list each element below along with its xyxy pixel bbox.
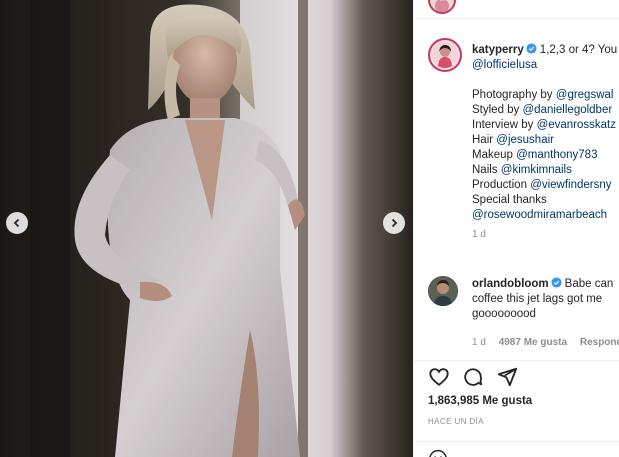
comment-reply-button[interactable]: Respond: [580, 337, 619, 348]
photo-illustration: [0, 0, 413, 457]
comment-first-line: Babe can: [564, 278, 614, 290]
previous-photo-button[interactable]: [6, 212, 28, 234]
profile-photo-icon: [432, 42, 458, 68]
caption-first-line: 1,2,3 or 4? You: [539, 44, 618, 56]
mention-link[interactable]: @viewfindersny: [530, 179, 611, 191]
mention-link[interactable]: @daniellegoldber: [523, 104, 613, 116]
comment-avatar[interactable]: [428, 276, 458, 306]
caption-line-interview: Interview by @evanrosskatz: [472, 119, 616, 131]
profile-photo-icon: [428, 276, 458, 306]
post-side-panel: katyperry 1,2,3 or 4? You @lofficielusa P…: [413, 0, 619, 457]
likes-count[interactable]: 1,863,985 Me gusta: [428, 395, 532, 407]
post-photo: [0, 0, 413, 457]
caption-line-production: Production @viewfindersny: [472, 179, 612, 191]
comment-text: orlandobloom Babe can coffee this jet lag…: [472, 277, 619, 322]
caption-line-nails: Nails @kimkimnails: [472, 164, 572, 176]
verified-badge-icon: [551, 277, 562, 288]
post-header: [414, 0, 619, 19]
emoji-icon[interactable]: [428, 449, 448, 457]
caption-username[interactable]: katyperry: [472, 44, 524, 56]
divider: [414, 360, 619, 361]
caption-timestamp[interactable]: 1 d: [472, 227, 619, 242]
header-avatar[interactable]: [428, 0, 456, 14]
divider: [414, 441, 619, 442]
mention-link[interactable]: @jesushair: [496, 134, 554, 146]
caption-mention[interactable]: @lofficielusa: [472, 58, 619, 73]
post-actions: [428, 366, 518, 388]
caption-line-styled: Styled by @daniellegoldber: [472, 104, 613, 116]
comment-timestamp[interactable]: 1 d: [472, 337, 486, 348]
caption-line-photography-text: Photography by @gregswal: [472, 89, 614, 101]
comment-line-3: gooooooood: [472, 308, 536, 320]
comment-username[interactable]: orlandobloom: [472, 278, 549, 290]
verified-badge-icon: [526, 43, 537, 54]
post-timestamp: HACE UN DÍA: [428, 417, 484, 426]
mention-link[interactable]: @evanrosskatz: [537, 119, 616, 131]
mention-link[interactable]: @kimkimnails: [501, 164, 572, 176]
next-photo-button[interactable]: [383, 212, 405, 234]
caption-avatar[interactable]: [428, 38, 462, 72]
profile-photo-icon: [435, 0, 449, 12]
mention-link[interactable]: @gregswal: [556, 89, 614, 101]
chevron-left-icon: [13, 218, 20, 228]
share-icon[interactable]: [496, 366, 518, 388]
comment-likes[interactable]: 4987 Me gusta: [499, 337, 567, 348]
caption-text: katyperry 1,2,3 or 4? You @lofficielusa P…: [472, 43, 619, 242]
comment-icon[interactable]: [462, 366, 484, 388]
caption-line-hair: Hair @jesushair: [472, 134, 554, 146]
heart-icon[interactable]: [428, 366, 450, 388]
chevron-right-icon: [391, 218, 398, 228]
comment-meta: 1 d 4987 Me gusta Respond: [472, 337, 619, 348]
caption-line-photography: Photography by @gregswal: [472, 88, 619, 103]
comment-line-2: coffee this jet lags got me: [472, 293, 603, 305]
caption-line-thanks: Special thanks: [472, 194, 547, 206]
caption-line-rosewood[interactable]: @rosewoodmiramarbeach: [472, 208, 619, 223]
mention-link[interactable]: @manthony783: [516, 149, 597, 161]
caption-line-makeup: Makeup @manthony783: [472, 149, 598, 161]
